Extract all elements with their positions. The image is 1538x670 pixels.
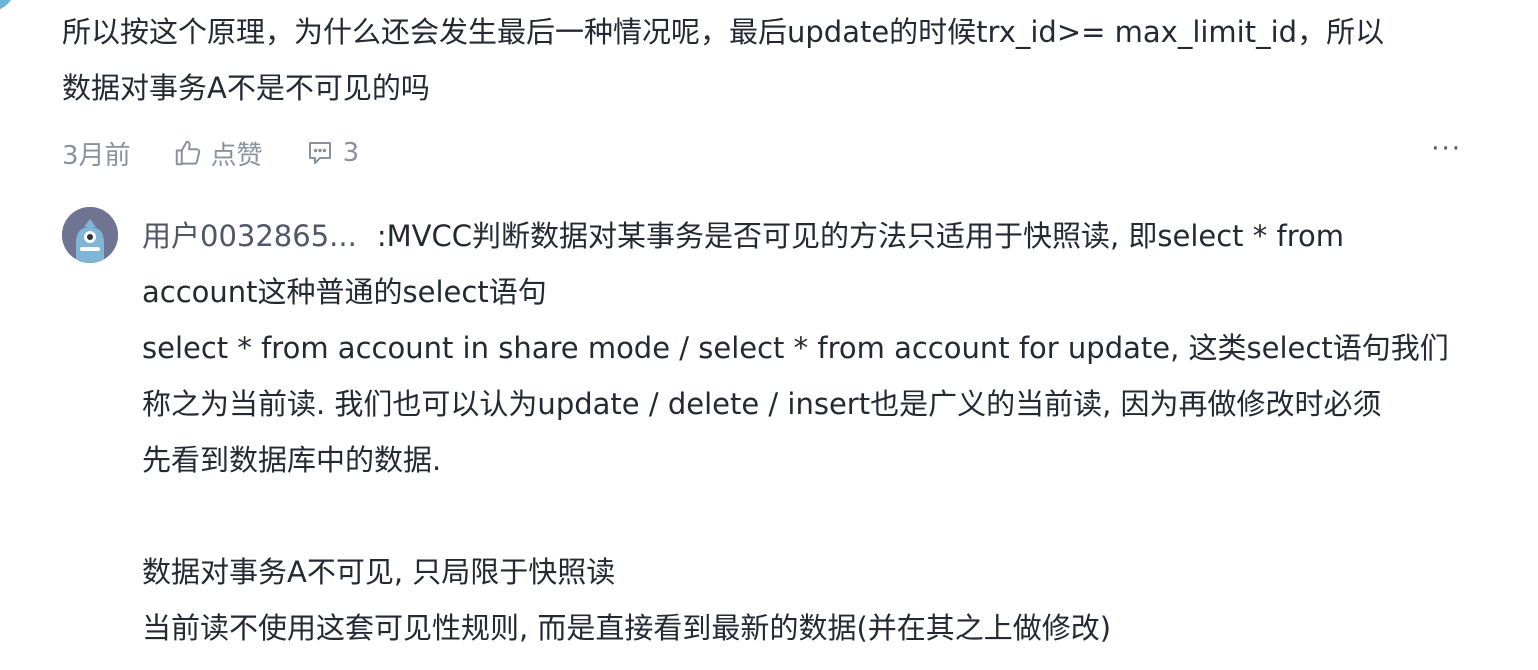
robot-avatar-icon [62,207,118,263]
comment-action-bar: 3月前 点赞 3 ··· [62,130,1462,176]
reply-count-button[interactable]: 3 [305,138,360,168]
reply-line: 数据对事务A不可见, 只局限于快照读 [142,555,616,589]
comment-line: 所以按这个原理，为什么还会发生最后一种情况呢，最后update的时候trx_id… [62,15,1385,49]
reply-line: account这种普通的select语句 [142,275,547,309]
reply-author-name[interactable]: 用户0032865... [142,219,357,253]
comment-time: 3月前 [62,140,131,171]
previous-user-avatar[interactable] [0,0,16,12]
reply-line: 称之为当前读. 我们也可以认为update / delete / insert也… [142,387,1382,421]
more-dots-icon[interactable]: ··· [1431,134,1462,164]
comment-line: 数据对事务A不是不可见的吗 [62,71,430,105]
thumbs-up-icon [175,140,200,166]
reply-line: 当前读不使用这套可见性规则, 而是直接看到最新的数据(并在其之上做修改) [142,611,1112,645]
comment-content: 所以按这个原理，为什么还会发生最后一种情况呢，最后update的时候trx_id… [62,0,1502,116]
reply-content: 用户0032865... :MVCC判断数据对某事务是否可见的方法只适用于快照读,… [142,208,1472,656]
reply-line: select * from account in share mode / se… [142,331,1449,365]
like-button[interactable]: 点赞 [173,135,263,172]
like-label: 点赞 [210,140,263,171]
reply-line: 先看到数据库中的数据. [142,443,442,477]
comment-item: 所以按这个原理，为什么还会发生最后一种情况呢，最后update的时候trx_id… [62,0,1502,171]
user-avatar[interactable] [62,207,118,263]
reply-line: 用户0032865... :MVCC判断数据对某事务是否可见的方法只适用于快照读,… [142,208,1472,264]
comment-bubble-icon [308,142,331,164]
reply-count: 3 [342,138,360,168]
reply-text: :MVCC判断数据对某事务是否可见的方法只适用于快照读, 即select * f… [376,219,1344,253]
